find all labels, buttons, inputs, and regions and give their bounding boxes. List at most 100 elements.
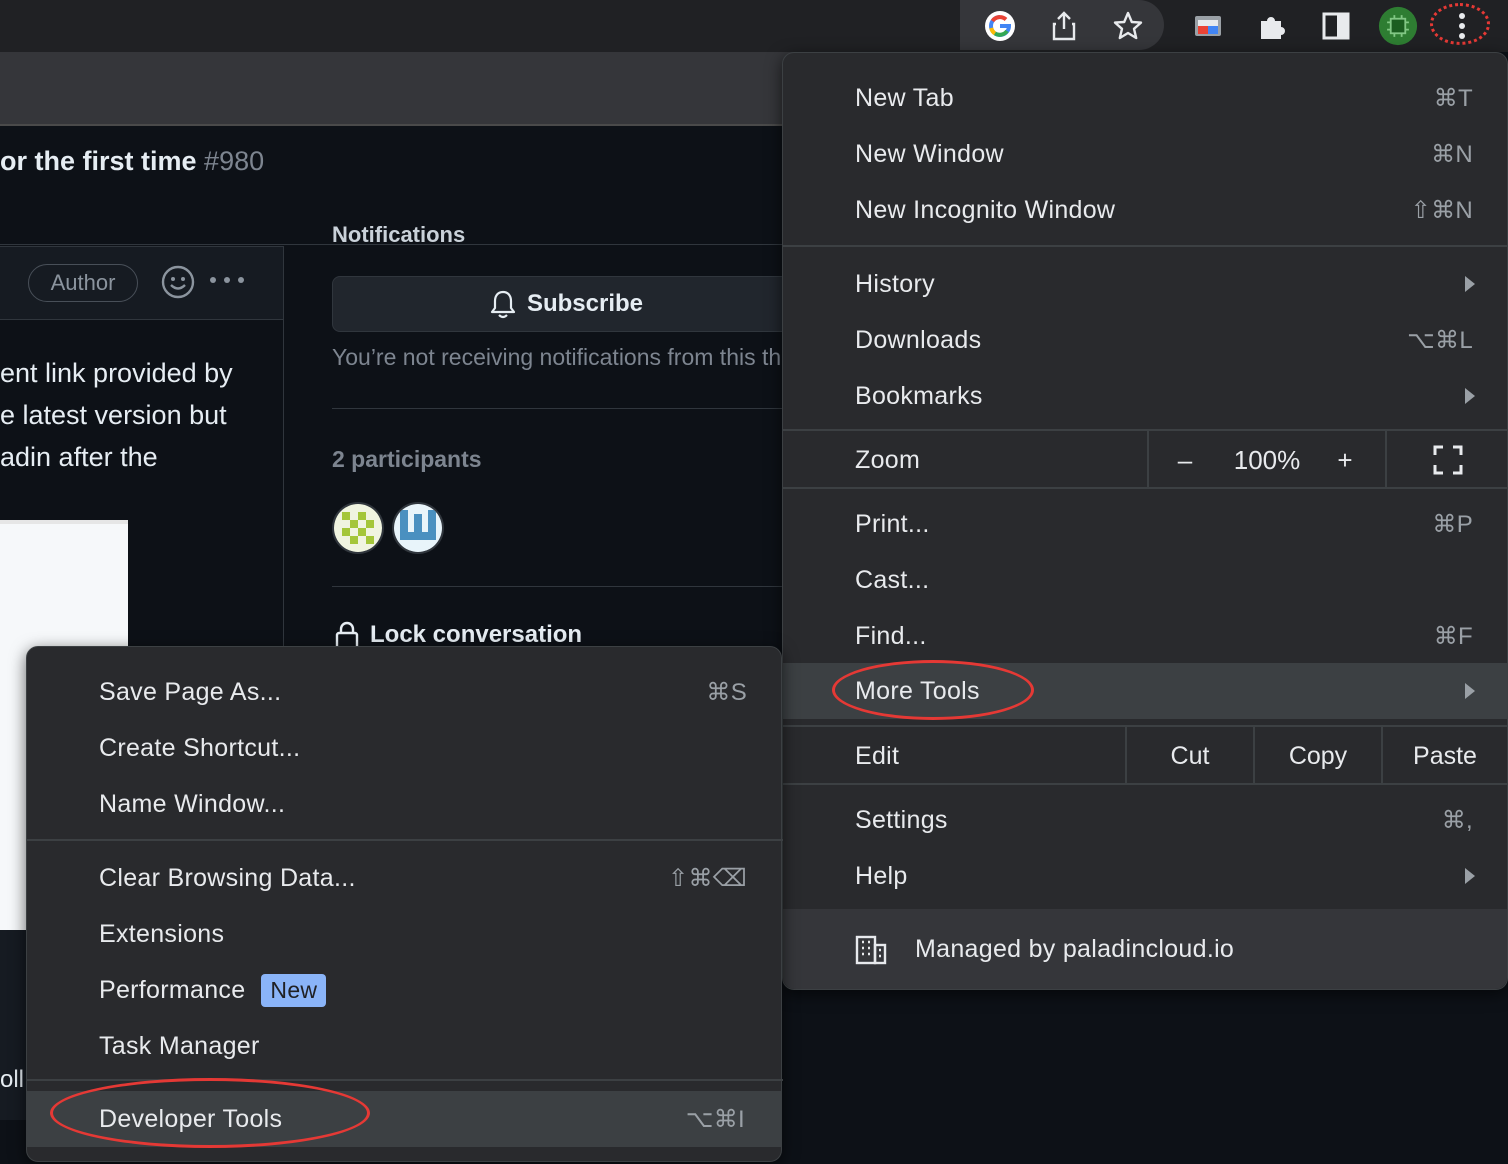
menu-item-edit: Edit xyxy=(783,728,1125,784)
issue-number: #980 xyxy=(204,146,265,176)
menu-label: Downloads xyxy=(855,325,982,354)
browser-toolbar xyxy=(0,0,1508,52)
side-panel-icon[interactable] xyxy=(1316,6,1356,46)
menu-label: Name Window... xyxy=(99,789,286,818)
menu-shortcut: ⇧⌘⌫ xyxy=(668,864,747,892)
menu-label: Create Shortcut... xyxy=(99,733,301,762)
menu-label: Performance xyxy=(99,975,246,1004)
menu-label: Settings xyxy=(855,805,948,834)
new-badge: New xyxy=(261,973,327,1007)
menu-shortcut: ⇧⌘N xyxy=(1410,196,1473,224)
more-options-icon[interactable] xyxy=(208,270,246,295)
menu-item-bookmarks[interactable]: Bookmarks xyxy=(783,368,1508,424)
paste-button[interactable]: Paste xyxy=(1383,728,1507,784)
menu-label-group: Performance New xyxy=(99,973,327,1007)
issue-title: or the first time #980 xyxy=(0,146,264,177)
menu-shortcut: ⌘S xyxy=(706,678,747,706)
menu-label: New Tab xyxy=(855,83,954,112)
menu-item-new-tab[interactable]: New Tab ⌘T xyxy=(783,70,1508,126)
lock-label: Lock conversation xyxy=(370,621,583,648)
menu-item-print[interactable]: Print... ⌘P xyxy=(783,496,1508,552)
bookmarks-bar xyxy=(0,52,800,126)
profile-avatar[interactable] xyxy=(1378,6,1418,46)
menu-label: History xyxy=(855,269,935,298)
menu-item-save-page[interactable]: Save Page As... ⌘S xyxy=(27,664,783,720)
participant-avatar[interactable] xyxy=(392,502,444,554)
share-icon[interactable] xyxy=(1044,6,1084,46)
menu-item-downloads[interactable]: Downloads ⌥⌘L xyxy=(783,312,1508,368)
notification-status: You’re not receiving notifications from … xyxy=(332,344,782,370)
comment-line: adin after the xyxy=(0,442,158,472)
zoom-level: 100% xyxy=(1233,444,1301,475)
menu-label: Find... xyxy=(855,621,927,650)
menu-label: Clear Browsing Data... xyxy=(99,863,356,892)
menu-label: Bookmarks xyxy=(855,381,983,410)
managed-label: Managed by paladincloud.io xyxy=(915,935,1235,963)
fullscreen-button[interactable] xyxy=(1387,432,1508,488)
building-icon xyxy=(855,935,887,970)
notifications-heading: Notifications xyxy=(332,226,466,247)
menu-separator xyxy=(783,429,1508,431)
emoji-reaction-icon[interactable] xyxy=(160,264,196,305)
menu-item-new-window[interactable]: New Window ⌘N xyxy=(783,126,1508,182)
subscribe-label: Subscribe xyxy=(526,290,644,317)
menu-separator xyxy=(783,487,1508,489)
menu-item-settings[interactable]: Settings ⌘, xyxy=(783,792,1508,848)
cut-button[interactable]: Cut xyxy=(1127,728,1253,784)
managed-footer[interactable]: Managed by paladincloud.io xyxy=(783,909,1507,989)
menu-label: Save Page As... xyxy=(99,677,282,706)
menu-item-developer-tools[interactable]: Developer Tools ⌥⌘I xyxy=(27,1091,781,1147)
menu-item-name-window[interactable]: Name Window... xyxy=(27,776,783,832)
sidebar-divider-1 xyxy=(332,408,800,409)
author-badge: Author xyxy=(28,264,138,302)
comment-body: ent link provided by e latest version bu… xyxy=(0,352,233,478)
menu-item-create-shortcut[interactable]: Create Shortcut... xyxy=(27,720,783,776)
menu-label: More Tools xyxy=(855,676,980,705)
menu-label: Help xyxy=(855,861,908,890)
menu-item-history[interactable]: History xyxy=(783,256,1508,312)
menu-label: Edit xyxy=(855,741,900,770)
more-tools-submenu: Save Page As... ⌘S Create Shortcut... Na… xyxy=(26,646,783,1162)
comment-line: ent link provided by xyxy=(0,358,233,388)
menu-label: Zoom xyxy=(855,445,921,474)
participant-avatar[interactable] xyxy=(332,502,384,554)
menu-item-performance[interactable]: Performance New xyxy=(27,962,783,1018)
menu-separator xyxy=(783,783,1508,785)
menu-separator xyxy=(783,725,1508,727)
extensions-icon[interactable] xyxy=(1252,6,1292,46)
more-menu-icon[interactable] xyxy=(1442,6,1482,46)
menu-label: New Window xyxy=(855,139,1004,168)
menu-item-task-manager[interactable]: Task Manager xyxy=(27,1018,783,1074)
sidebar-divider xyxy=(283,246,284,666)
zoom-out-button[interactable]: – xyxy=(1153,432,1217,488)
participants-label: 2 participants xyxy=(332,446,482,472)
cast-icon[interactable] xyxy=(1188,6,1228,46)
menu-item-help[interactable]: Help xyxy=(783,848,1508,904)
menu-item-cast[interactable]: Cast... xyxy=(783,552,1508,608)
sidebar-divider-2 xyxy=(332,586,800,587)
zoom-in-button[interactable]: + xyxy=(1317,432,1373,488)
issue-title-text: or the first time xyxy=(0,146,197,176)
menu-item-new-incognito[interactable]: New Incognito Window ⇧⌘N xyxy=(783,182,1508,238)
menu-item-clear-browsing-data[interactable]: Clear Browsing Data... ⇧⌘⌫ xyxy=(27,850,783,906)
menu-label: Task Manager xyxy=(99,1031,260,1060)
menu-shortcut: ⌘T xyxy=(1433,84,1473,112)
menu-item-more-tools[interactable]: More Tools xyxy=(783,663,1508,719)
menu-shortcut: ⌘F xyxy=(1433,622,1473,650)
menu-item-extensions[interactable]: Extensions xyxy=(27,906,783,962)
menu-shortcut: ⌘N xyxy=(1431,140,1473,168)
submenu-arrow-icon xyxy=(1465,868,1475,884)
menu-label: New Incognito Window xyxy=(855,195,1116,224)
comment-line: e latest version but xyxy=(0,400,227,430)
chrome-main-menu: New Tab ⌘T New Window ⌘N New Incognito W… xyxy=(782,52,1508,990)
zoom-separator xyxy=(1147,431,1149,487)
subscribe-button[interactable]: Subscribe xyxy=(332,276,800,332)
cut-text: oll xyxy=(0,1066,25,1093)
submenu-arrow-icon xyxy=(1465,683,1475,699)
star-icon[interactable] xyxy=(1108,6,1148,46)
menu-item-zoom: Zoom xyxy=(783,432,1147,488)
google-icon[interactable] xyxy=(980,6,1020,46)
menu-item-find[interactable]: Find... ⌘F xyxy=(783,608,1508,664)
menu-label: Cast... xyxy=(855,565,930,594)
copy-button[interactable]: Copy xyxy=(1255,728,1381,784)
